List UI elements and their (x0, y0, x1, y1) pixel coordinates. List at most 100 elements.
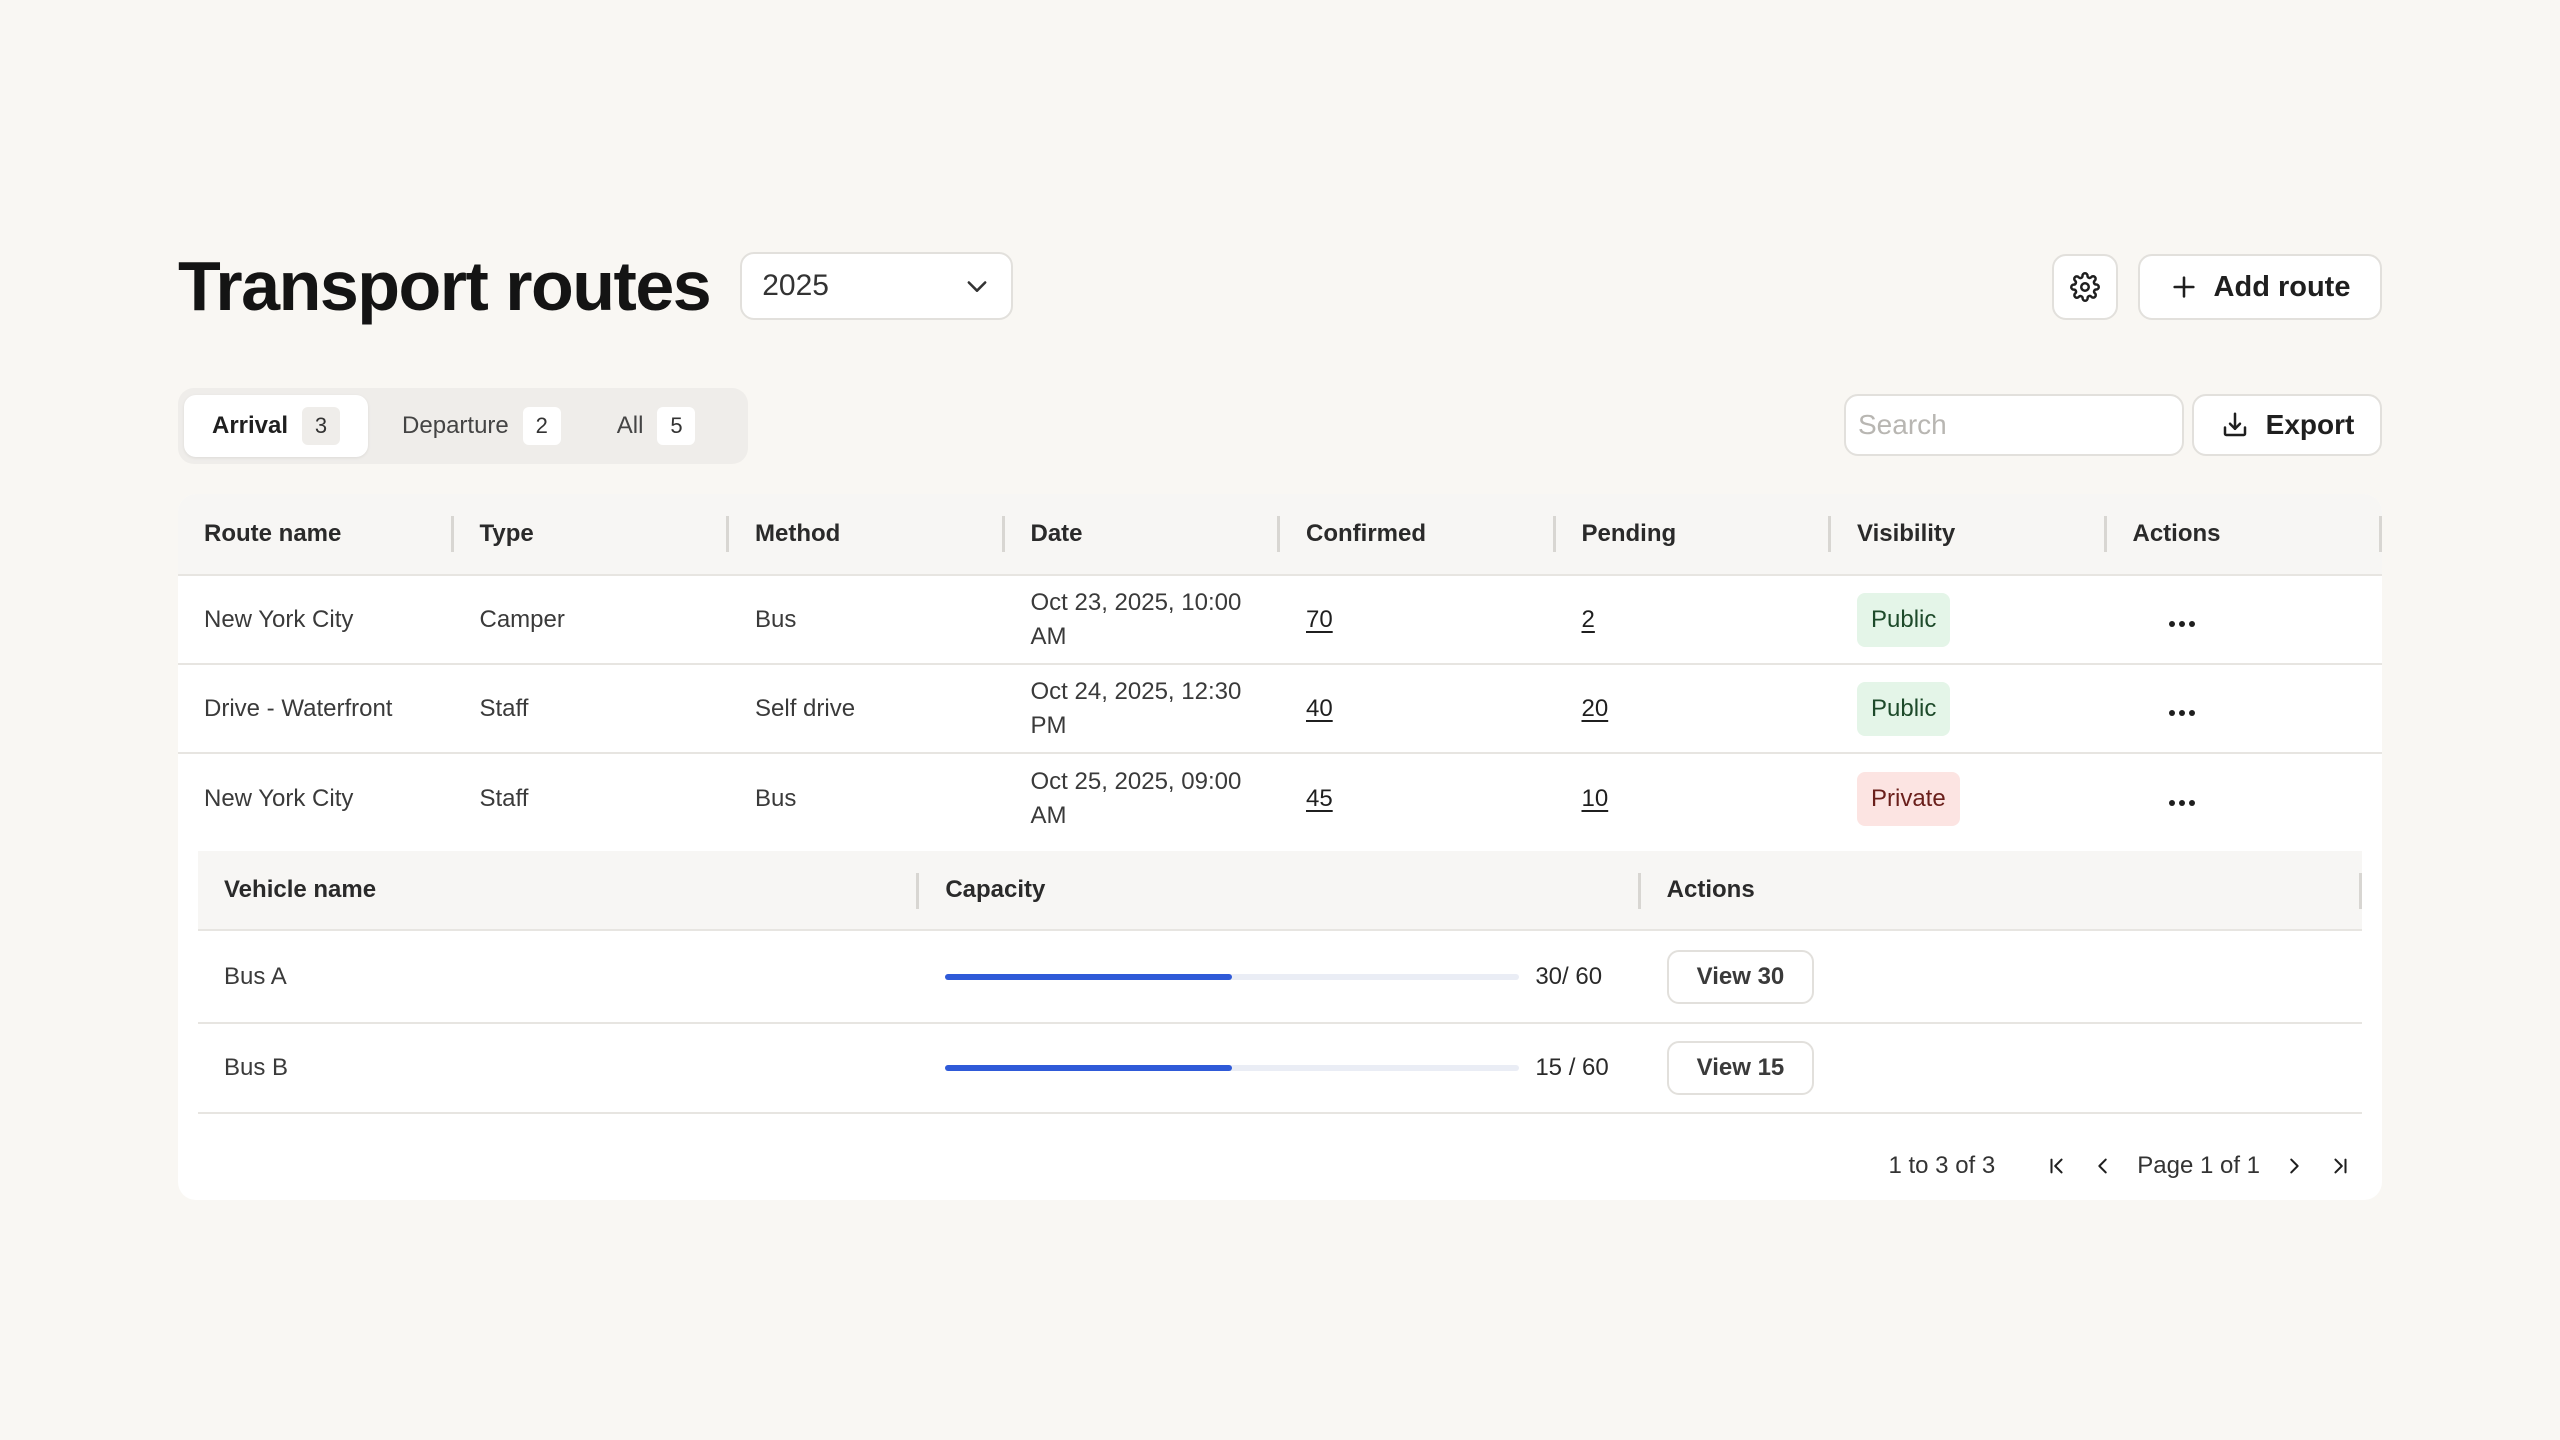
page-indicator: Page 1 of 1 (2137, 1152, 2260, 1179)
column-header[interactable]: Actions (1641, 851, 2363, 929)
column-header[interactable]: Vehicle name (198, 851, 920, 929)
confirmed-cell: 70 (1280, 603, 1556, 637)
vehicle-actions-cell: View 15 (1641, 1041, 2362, 1095)
capacity-cell: 15 / 60 (919, 1054, 1640, 1082)
method-cell: Bus (755, 784, 797, 812)
last-page-icon[interactable] (2328, 1154, 2352, 1178)
column-header[interactable]: Date (1005, 494, 1281, 574)
vehicle-row: Bus B 15 / 60 View 15 (198, 1024, 2362, 1114)
table-header: Route name Type Method Date Confirmed Pe… (178, 494, 2382, 576)
route-name-cell: New York City (204, 784, 354, 812)
tab-departure[interactable]: Departure 2 (368, 395, 589, 457)
add-route-button[interactable]: Add route (2138, 254, 2382, 320)
vehicle-actions-cell: View 30 (1641, 949, 2362, 1004)
capacity-bar-fill (945, 973, 1233, 980)
tab-count: 5 (657, 407, 696, 445)
prev-page-icon[interactable] (2091, 1154, 2115, 1178)
capacity-bar-fill (945, 1065, 1233, 1071)
table-row[interactable]: Drive - Waterfront Staff Self drive Oct … (178, 665, 2382, 754)
pending-link[interactable]: 10 (1582, 785, 1609, 812)
column-header[interactable]: Method (729, 494, 1005, 574)
year-select-value: 2025 (762, 269, 829, 302)
status-badge: Private (1857, 771, 1960, 826)
page-header: Transport routes 2025 Add route (178, 247, 2382, 325)
tab-count: 3 (302, 407, 341, 445)
status-badge: Public (1857, 592, 1951, 647)
capacity-bar (945, 973, 1520, 980)
column-header[interactable]: Capacity (919, 851, 1641, 929)
vehicles-header: Vehicle name Capacity Actions (198, 851, 2363, 931)
view-passengers-button[interactable]: View 30 (1666, 949, 1815, 1004)
more-icon[interactable] (2168, 799, 2195, 806)
vehicle-row: Bus A 30/ 60 View 30 (198, 931, 2362, 1024)
tab-all[interactable]: All 5 (589, 395, 724, 457)
actions-cell (2107, 782, 2383, 816)
routes-table: Route name Type Method Date Confirmed Pe… (178, 494, 2382, 1200)
direction-tabs: Arrival 3 Departure 2 All 5 (178, 388, 748, 464)
actions-cell (2107, 603, 2383, 637)
pending-cell: 2 (1556, 603, 1832, 637)
column-header[interactable]: Visibility (1831, 494, 2107, 574)
confirmed-link[interactable]: 45 (1306, 785, 1333, 812)
actions-cell (2107, 692, 2383, 726)
confirmed-cell: 40 (1280, 692, 1556, 726)
route-name-cell: New York City (204, 605, 354, 633)
confirmed-link[interactable]: 40 (1306, 695, 1333, 722)
export-button[interactable]: Export (2192, 394, 2382, 456)
vehicle-name-cell: Bus A (224, 962, 287, 990)
capacity-text: 15 / 60 (1535, 1054, 1609, 1081)
visibility-cell: Public (1831, 592, 2107, 647)
column-header[interactable]: Pending (1556, 494, 1832, 574)
search-input[interactable] (1844, 394, 2184, 456)
type-cell: Camper (479, 605, 565, 633)
next-page-icon[interactable] (2282, 1154, 2306, 1178)
more-icon[interactable] (2168, 620, 2195, 627)
table-row[interactable]: New York City Camper Bus Oct 23, 2025, 1… (178, 576, 2382, 665)
year-select[interactable]: 2025 (740, 252, 1014, 320)
export-label: Export (2265, 409, 2355, 440)
page: Transport routes 2025 Add route Arrival … (178, 247, 2382, 1200)
visibility-cell: Public (1831, 681, 2107, 736)
confirmed-link[interactable]: 70 (1306, 606, 1333, 633)
confirmed-cell: 45 (1280, 782, 1556, 816)
gear-icon (2070, 272, 2100, 302)
column-header[interactable]: Actions (2107, 494, 2383, 574)
date-cell: Oct 23, 2025, 10:00 AM (1030, 588, 1242, 650)
tab-count: 2 (522, 407, 561, 445)
settings-button[interactable] (2052, 254, 2118, 320)
pending-cell: 20 (1556, 692, 1832, 726)
vehicle-name-cell: Bus B (224, 1054, 289, 1081)
type-cell: Staff (479, 694, 529, 722)
filter-row: Arrival 3 Departure 2 All 5 Export (178, 388, 2382, 464)
method-cell: Bus (755, 605, 797, 633)
date-cell: Oct 24, 2025, 12:30 PM (1030, 677, 1242, 739)
column-header[interactable]: Type (454, 494, 730, 574)
pagination-range: 1 to 3 of 3 (1888, 1152, 1996, 1179)
chevron-down-icon (967, 281, 987, 292)
capacity-cell: 30/ 60 (919, 963, 1640, 991)
column-header[interactable]: Confirmed (1280, 494, 1556, 574)
pending-link[interactable]: 20 (1582, 695, 1609, 722)
filter-actions: Export (1844, 394, 2382, 456)
download-icon (2223, 412, 2246, 437)
plus-icon (2172, 276, 2195, 298)
capacity-bar (945, 1065, 1520, 1071)
type-cell: Staff (479, 784, 529, 812)
route-name-cell: Drive - Waterfront (204, 694, 393, 722)
first-page-icon[interactable] (2045, 1154, 2069, 1178)
tab-label: Departure (402, 412, 509, 439)
date-cell: Oct 25, 2025, 09:00 AM (1030, 767, 1242, 829)
table-row-expanded[interactable]: New York City Staff Bus Oct 25, 2025, 09… (178, 754, 2382, 843)
column-header[interactable]: Route name (178, 494, 454, 574)
capacity-text: 30/ 60 (1535, 962, 1603, 990)
vehicles-table: Vehicle name Capacity Actions Bus A 30/ … (198, 851, 2363, 1114)
pending-link[interactable]: 2 (1582, 606, 1595, 633)
visibility-cell: Private (1831, 771, 2107, 826)
pagination: 1 to 3 of 3 Page 1 of 1 (1888, 1152, 2352, 1180)
more-icon[interactable] (2168, 709, 2195, 716)
view-passengers-button[interactable]: View 15 (1666, 1041, 1815, 1095)
tab-arrival[interactable]: Arrival 3 (184, 395, 369, 457)
status-badge: Public (1857, 681, 1951, 736)
method-cell: Self drive (755, 694, 856, 722)
header-actions: Add route (2052, 254, 2382, 320)
